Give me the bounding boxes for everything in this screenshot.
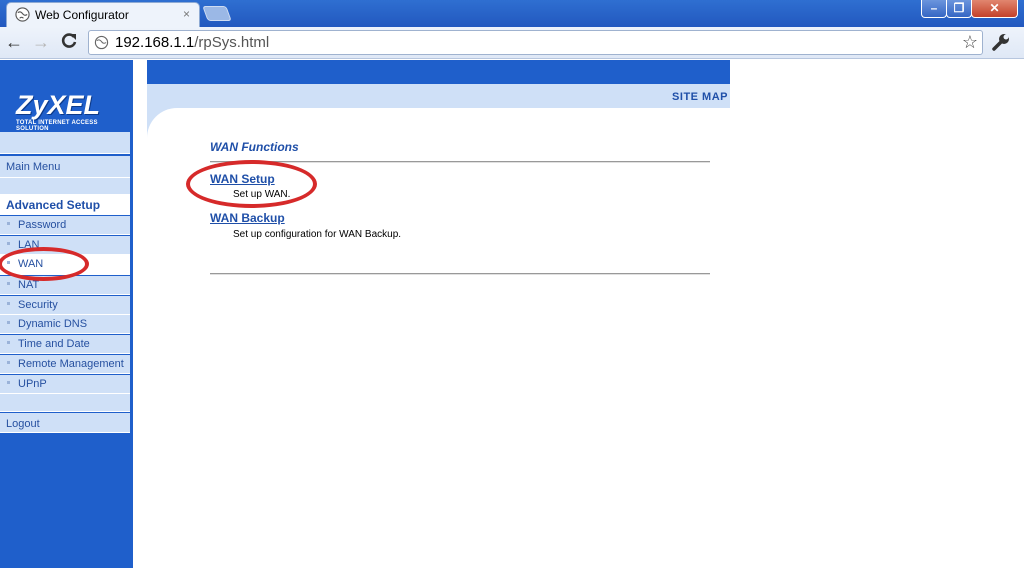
menu-spacer-mid bbox=[0, 178, 130, 194]
sidebar-item-label: UPnP bbox=[18, 378, 47, 390]
annotation-circle-wan-setup bbox=[186, 160, 317, 208]
bookmark-star-icon[interactable]: ☆ bbox=[962, 32, 978, 53]
menu-spacer-top bbox=[0, 132, 130, 154]
menu-advanced-setup[interactable]: Advanced Setup bbox=[0, 194, 130, 215]
menu-spacer-bottom bbox=[0, 394, 130, 412]
tab-title: Web Configurator bbox=[35, 8, 129, 22]
close-window-button[interactable]: ✕ bbox=[971, 0, 1018, 18]
menu-logout[interactable]: Logout bbox=[0, 413, 130, 433]
page-globe-icon bbox=[94, 35, 109, 50]
bullet-icon bbox=[7, 361, 10, 364]
bullet-icon bbox=[7, 242, 10, 245]
divider bbox=[210, 273, 710, 275]
bullet-icon bbox=[7, 381, 10, 384]
sidebar-item-password[interactable]: Password bbox=[0, 216, 130, 235]
bullet-icon bbox=[7, 302, 10, 305]
sidebar-item-security[interactable]: Security bbox=[0, 296, 130, 315]
url-host: 192.168.1.1 bbox=[115, 34, 195, 51]
url-text: 192.168.1.1/rpSys.html bbox=[115, 34, 269, 51]
menu-label: Advanced Setup bbox=[6, 198, 101, 212]
browser-titlebar: Web Configurator × – ❐ ✕ bbox=[0, 0, 1024, 27]
address-bar[interactable]: 192.168.1.1/rpSys.html ☆ bbox=[88, 30, 983, 55]
annotation-circle-wan-nav bbox=[0, 247, 89, 281]
menu-label: Main Menu bbox=[6, 161, 61, 173]
sidebar-item-time-and-date[interactable]: Time and Date bbox=[0, 335, 130, 354]
wrench-icon[interactable] bbox=[990, 31, 1012, 53]
sidebar-item-upnp[interactable]: UPnP bbox=[0, 375, 130, 394]
zyxel-logo: ZyXEL TOTAL INTERNET ACCESS SOLUTION bbox=[0, 62, 130, 132]
url-path: /rpSys.html bbox=[194, 34, 270, 51]
reload-arrow-icon bbox=[61, 33, 77, 48]
browser-tab[interactable]: Web Configurator × bbox=[6, 2, 200, 27]
reload-icon[interactable] bbox=[58, 32, 80, 54]
site-map-link[interactable]: SITE MAP bbox=[672, 91, 728, 103]
close-tab-icon[interactable]: × bbox=[183, 7, 190, 21]
content-corner bbox=[147, 108, 187, 138]
site-map-bar: SITE MAP bbox=[147, 84, 730, 108]
bullet-icon bbox=[7, 321, 10, 324]
sidebar-item-remote-management[interactable]: Remote Management bbox=[0, 355, 130, 374]
forward-arrow-icon[interactable]: → bbox=[30, 32, 52, 54]
sidebar-item-label: Dynamic DNS bbox=[18, 318, 88, 330]
menu-main-menu[interactable]: Main Menu bbox=[0, 156, 130, 178]
logo-tagline: TOTAL INTERNET ACCESS SOLUTION bbox=[16, 120, 98, 132]
globe-icon bbox=[15, 7, 30, 22]
section-title: WAN Functions bbox=[210, 140, 299, 154]
bullet-icon bbox=[7, 222, 10, 225]
back-arrow-icon[interactable]: ← bbox=[3, 32, 25, 54]
browser-toolbar: ← → 192.168.1.1/rpSys.html ☆ bbox=[0, 27, 1024, 59]
sidebar-item-label: Time and Date bbox=[18, 338, 90, 350]
wan-backup-description: Set up configuration for WAN Backup. bbox=[233, 229, 402, 240]
sidebar-item-label: Security bbox=[18, 299, 58, 311]
header-bar bbox=[147, 60, 730, 84]
bullet-icon bbox=[7, 282, 10, 285]
minimize-button[interactable]: – bbox=[921, 0, 947, 18]
sidebar-item-label: Remote Management bbox=[18, 358, 124, 370]
wan-backup-link[interactable]: WAN Backup bbox=[210, 211, 285, 225]
bullet-icon bbox=[7, 341, 10, 344]
maximize-button[interactable]: ❐ bbox=[946, 0, 972, 18]
sidebar-item-label: Password bbox=[18, 219, 67, 231]
content-corner-inner bbox=[147, 108, 187, 138]
sidebar-item-dynamic-dns[interactable]: Dynamic DNS bbox=[0, 315, 130, 334]
menu-label: Logout bbox=[6, 418, 40, 430]
new-tab-button[interactable] bbox=[202, 6, 232, 21]
logo-text: ZyXEL bbox=[16, 90, 101, 120]
nav-divider-strip bbox=[130, 60, 133, 568]
